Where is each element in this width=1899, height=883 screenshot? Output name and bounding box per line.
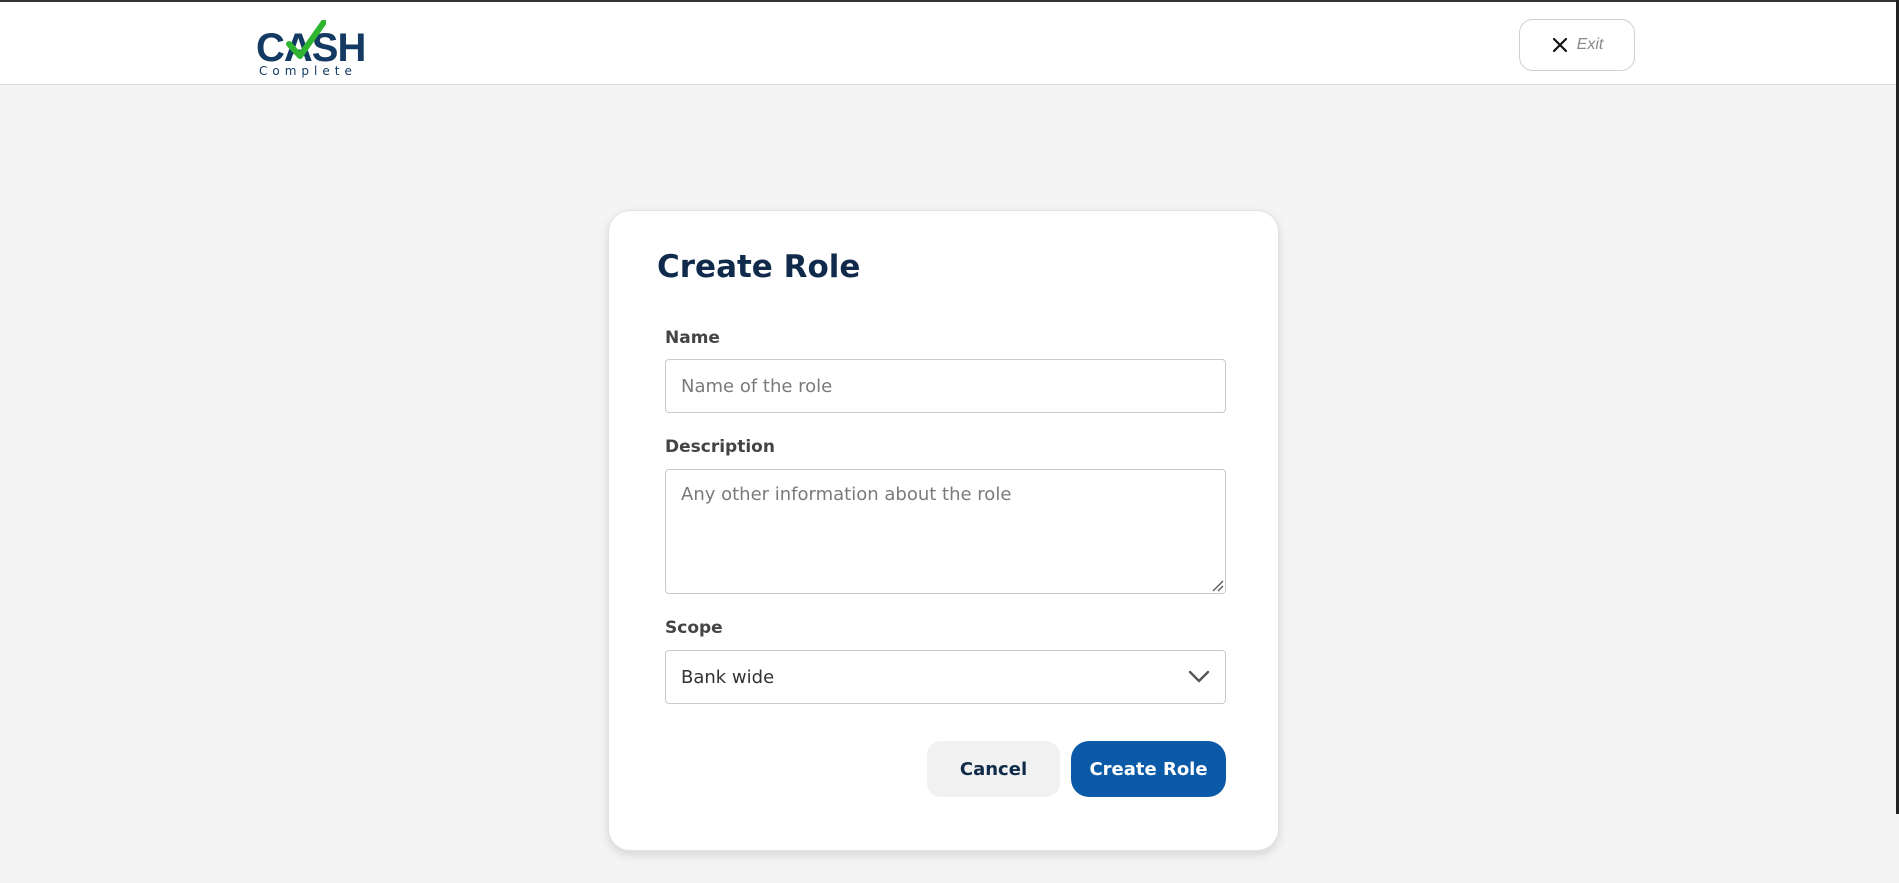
description-textarea[interactable] xyxy=(665,469,1226,594)
exit-label: Exit xyxy=(1576,36,1604,53)
chevron-down-icon xyxy=(1188,670,1210,683)
description-label: Description xyxy=(665,437,775,457)
exit-button[interactable]: Exit xyxy=(1519,19,1635,71)
app-header: CASH Complete Exit xyxy=(0,2,1896,85)
cancel-button[interactable]: Cancel xyxy=(927,741,1060,797)
page-title: Create Role xyxy=(657,249,861,285)
resize-handle-icon[interactable] xyxy=(1212,580,1224,592)
name-label: Name xyxy=(665,328,720,348)
scope-label: Scope xyxy=(665,618,723,638)
name-input[interactable] xyxy=(665,359,1226,413)
create-role-card: Create Role Name Description Scope Bank … xyxy=(608,210,1279,851)
close-icon xyxy=(1552,37,1567,53)
checkmark-icon xyxy=(286,20,326,59)
logo-subtitle: Complete xyxy=(259,64,357,78)
scope-select[interactable]: Bank wide xyxy=(665,650,1226,704)
scope-selected-value: Bank wide xyxy=(681,666,775,688)
create-role-button[interactable]: Create Role xyxy=(1071,741,1226,797)
cash-complete-logo[interactable]: CASH Complete xyxy=(256,20,366,78)
